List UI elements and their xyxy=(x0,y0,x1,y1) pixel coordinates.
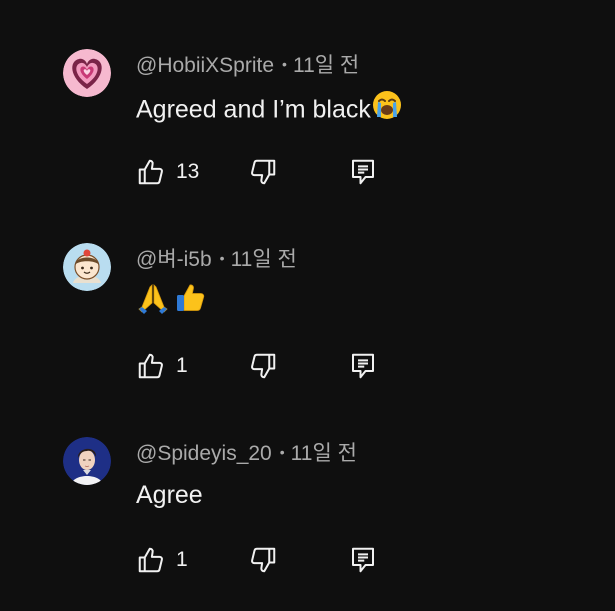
comment-text-content: Agree xyxy=(136,481,203,509)
author-handle[interactable]: @벼-i5b xyxy=(136,248,212,271)
thumbs-down-icon xyxy=(251,547,276,573)
like-button[interactable]: 13 xyxy=(136,157,199,187)
comment-time[interactable]: 11일 전 xyxy=(291,442,357,465)
comment-item: @HobiiXSprite • 11일 전 Agreed and I’m black… xyxy=(0,0,615,185)
person-photo-avatar-icon xyxy=(63,437,111,485)
comment-actions: 13 xyxy=(136,157,396,187)
thumbs-down-icon xyxy=(251,353,276,379)
author-handle[interactable]: @Spideyis_20 xyxy=(136,442,272,465)
comment-actions: 1 xyxy=(136,351,396,381)
cartoon-character-avatar-icon xyxy=(63,243,111,291)
comment-text xyxy=(136,283,208,325)
comment-text-content: Agreed and I’m black xyxy=(136,95,371,124)
reply-icon xyxy=(352,159,374,185)
folded-hands-icon xyxy=(136,281,170,323)
author-handle[interactable]: @HobiiXSprite xyxy=(136,54,274,77)
reply-icon xyxy=(352,547,374,573)
thumbs-up-icon xyxy=(138,353,163,379)
comment-actions: 1 xyxy=(136,545,396,575)
thumbs-up-emoji-icon xyxy=(174,281,208,323)
comment-meta: @벼-i5b • 11일 전 xyxy=(136,247,297,273)
thumbs-down-icon xyxy=(251,159,276,185)
comment-item: @Spideyis_20 • 11일 전 Agree 1 xyxy=(0,388,615,573)
like-count: 13 xyxy=(176,160,200,183)
loudly-crying-face-icon xyxy=(371,89,403,129)
thumbs-up-icon xyxy=(138,547,163,573)
comment-meta: @Spideyis_20 • 11일 전 xyxy=(136,441,357,467)
comment-time[interactable]: 11일 전 xyxy=(293,54,359,77)
reply-button[interactable] xyxy=(348,545,378,575)
avatar[interactable] xyxy=(63,49,111,97)
separator-dot: • xyxy=(282,56,287,73)
avatar[interactable] xyxy=(63,437,111,485)
dislike-button[interactable] xyxy=(248,545,278,575)
comment-item: @벼-i5b • 11일 전 1 xyxy=(0,194,615,379)
reply-button[interactable] xyxy=(348,351,378,381)
like-count: 1 xyxy=(176,548,188,571)
pink-heart-avatar-icon xyxy=(63,49,111,97)
comment-text: Agreed and I’m black xyxy=(136,91,403,131)
separator-dot: • xyxy=(219,250,225,267)
comment-time[interactable]: 11일 전 xyxy=(231,248,297,271)
dislike-button[interactable] xyxy=(248,351,278,381)
separator-dot: • xyxy=(279,444,285,461)
comment-meta: @HobiiXSprite • 11일 전 xyxy=(136,53,359,79)
dislike-button[interactable] xyxy=(248,157,278,187)
like-button[interactable]: 1 xyxy=(136,351,188,381)
like-count: 1 xyxy=(176,354,188,377)
like-button[interactable]: 1 xyxy=(136,545,188,575)
comment-text: Agree xyxy=(136,479,203,511)
avatar[interactable] xyxy=(63,243,111,291)
thumbs-up-icon xyxy=(138,159,163,185)
reply-button[interactable] xyxy=(348,157,378,187)
reply-icon xyxy=(352,353,374,379)
